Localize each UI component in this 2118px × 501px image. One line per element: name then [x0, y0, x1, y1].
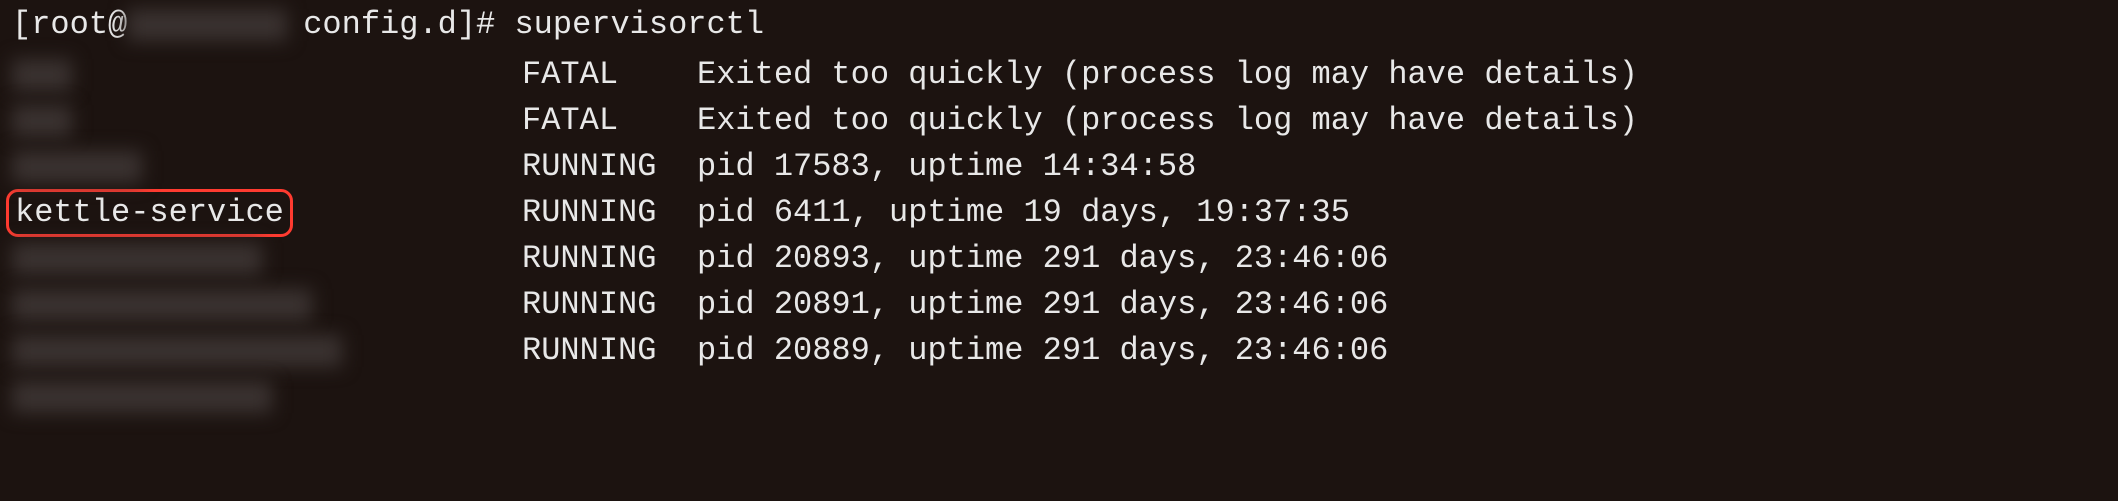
process-detail: pid 6411, uptime 19 days, 19:37:35 [697, 192, 2106, 234]
process-status: RUNNING [522, 192, 697, 234]
process-name-cell [12, 376, 522, 418]
process-status: FATAL [522, 54, 697, 96]
prompt-user: root [31, 4, 108, 46]
process-row: FATAL Exited too quickly (process log ma… [12, 100, 2106, 142]
redacted-name [12, 105, 72, 137]
highlight-annotation: kettle-service [6, 189, 293, 237]
redacted-name [12, 381, 272, 413]
process-name-cell [12, 54, 522, 96]
process-detail: Exited too quickly (process log may have… [697, 54, 2106, 96]
redacted-name [12, 243, 262, 275]
process-detail: pid 20889, uptime 291 days, 23:46:06 [697, 330, 2106, 372]
process-detail: pid 17583, uptime 14:34:58 [697, 146, 2106, 188]
process-status: RUNNING [522, 238, 697, 280]
process-row: RUNNING pid 20893, uptime 291 days, 23:4… [12, 238, 2106, 280]
command-text[interactable]: supervisorctl [514, 4, 764, 46]
process-status: RUNNING [522, 146, 697, 188]
process-row: RUNNING pid 20889, uptime 291 days, 23:4… [12, 330, 2106, 372]
prompt-dir: config.d [303, 4, 457, 46]
process-name-text: kettle-service [15, 194, 284, 231]
process-status: RUNNING [522, 284, 697, 326]
process-row: kettle-service RUNNING pid 6411, uptime … [12, 192, 2106, 234]
process-name-cell [12, 284, 522, 326]
prompt-open-bracket: [ [12, 4, 31, 46]
redacted-name [12, 289, 312, 321]
redacted-name [12, 335, 342, 367]
process-detail: Exited too quickly (process log may have… [697, 100, 2106, 142]
prompt-at: @ [108, 4, 127, 46]
extra-row [12, 376, 2106, 418]
prompt-close-bracket: ] [457, 4, 476, 46]
process-status: FATAL [522, 100, 697, 142]
process-name-cell [12, 100, 522, 142]
redacted-name [12, 59, 72, 91]
process-name-cell [12, 330, 522, 372]
process-name-cell [12, 146, 522, 188]
process-detail: pid 20893, uptime 291 days, 23:46:06 [697, 238, 2106, 280]
process-row: RUNNING pid 17583, uptime 14:34:58 [12, 146, 2106, 188]
process-name-cell [12, 238, 522, 280]
process-row: FATAL Exited too quickly (process log ma… [12, 54, 2106, 96]
process-name-cell: kettle-service [12, 189, 522, 237]
process-detail: pid 20891, uptime 291 days, 23:46:06 [697, 284, 2106, 326]
process-status: RUNNING [522, 330, 697, 372]
prompt-symbol: # [476, 4, 495, 46]
redacted-hostname [127, 9, 287, 41]
redacted-name [12, 151, 142, 183]
prompt-line: [root@ config.d]# supervisorctl [12, 4, 2106, 46]
process-row: RUNNING pid 20891, uptime 291 days, 23:4… [12, 284, 2106, 326]
